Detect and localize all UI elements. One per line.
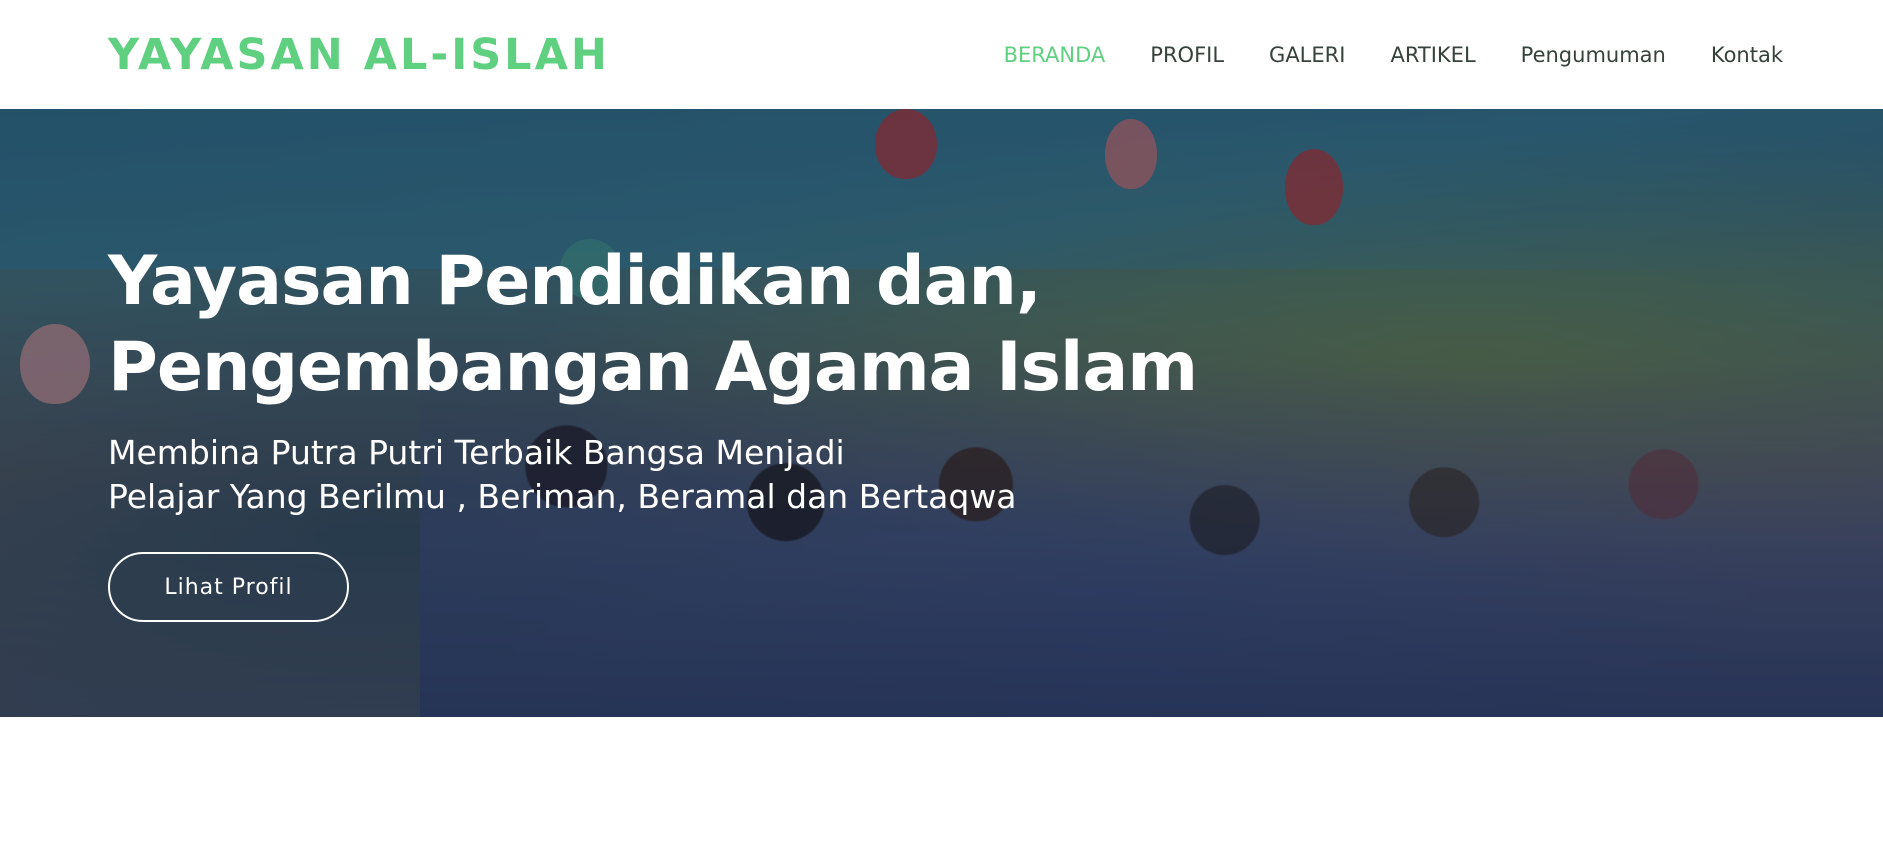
hero-title-line-2: Pengembangan Agama Islam — [108, 328, 1198, 407]
lihat-profil-button[interactable]: Lihat Profil — [108, 552, 349, 622]
nav-item-profil: PROFIL — [1150, 43, 1224, 67]
nav-link-galeri[interactable]: GALERI — [1269, 43, 1345, 67]
hero-content: Yayasan Pendidikan dan, Pengembangan Aga… — [108, 239, 1408, 519]
hero-subtitle-line-2: Pelajar Yang Berilmu , Beriman, Beramal … — [108, 477, 1017, 516]
nav-item-artikel: ARTIKEL — [1390, 43, 1475, 67]
nav-item-kontak: Kontak — [1711, 43, 1783, 67]
hero-subtitle-line-1: Membina Putra Putri Terbaik Bangsa Menja… — [108, 433, 845, 472]
nav-link-kontak[interactable]: Kontak — [1711, 43, 1783, 67]
nav-link-pengumuman[interactable]: Pengumuman — [1521, 43, 1666, 67]
brand-logo-link[interactable]: YAYASAN AL-ISLAH — [108, 30, 610, 80]
hero-title: Yayasan Pendidikan dan, Pengembangan Aga… — [108, 239, 1408, 411]
nav-item-beranda: BERANDA — [1004, 43, 1106, 67]
hero-section: Yayasan Pendidikan dan, Pengembangan Aga… — [0, 109, 1883, 717]
navbar: YAYASAN AL-ISLAH BERANDA PROFIL GALERI A… — [0, 0, 1883, 109]
nav-link-profil[interactable]: PROFIL — [1150, 43, 1224, 67]
main-nav: BERANDA PROFIL GALERI ARTIKEL Pengumuman… — [959, 43, 1783, 67]
nav-link-beranda[interactable]: BERANDA — [1004, 43, 1106, 67]
hero-title-line-1: Yayasan Pendidikan dan, — [108, 242, 1042, 321]
hero-subtitle: Membina Putra Putri Terbaik Bangsa Menja… — [108, 431, 1408, 519]
nav-item-pengumuman: Pengumuman — [1521, 43, 1666, 67]
nav-link-artikel[interactable]: ARTIKEL — [1390, 43, 1475, 67]
nav-item-galeri: GALERI — [1269, 43, 1345, 67]
nav-menu: BERANDA PROFIL GALERI ARTIKEL Pengumuman… — [959, 43, 1783, 67]
